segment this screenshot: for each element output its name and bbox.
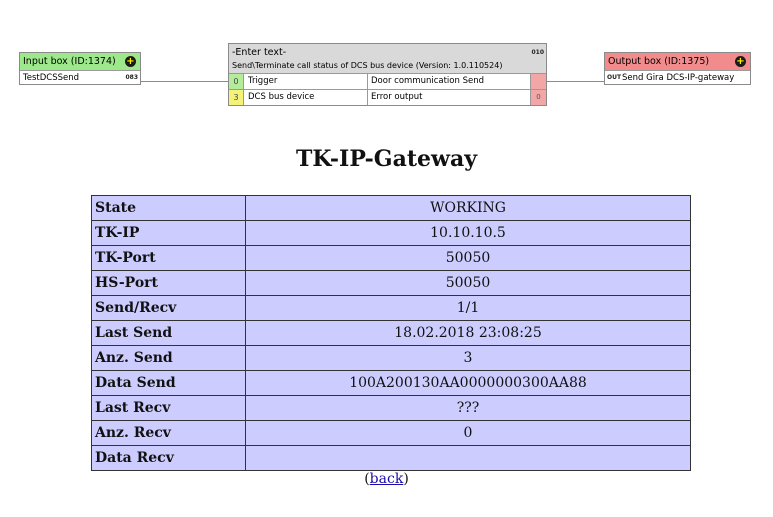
input-port-number[interactable]: 0 [229,74,243,89]
back-link[interactable]: back [370,471,404,487]
row-label: Data Recv [91,445,246,471]
connection-line-out [546,81,604,82]
row-label: Last Send [91,320,246,346]
table-row: Last Recv??? [91,395,691,421]
output-port-number[interactable]: 0 [530,90,546,105]
table-row: Data Recv [91,445,691,471]
output-box-header: Output box (ID:1375) + [605,53,750,70]
table-row: Data Send 100A200130AA0000000300AA88 [91,370,691,396]
output-port-number[interactable] [530,74,546,89]
output-box[interactable]: Output box (ID:1375) + OUT Send Gira DCS… [604,52,751,85]
status-table: State WORKING TK-IP 10.10.10.5 TK-Port 50050 H… [91,195,691,471]
row-label: Data Send [91,370,246,396]
input-box[interactable]: Input box (ID:1374) + TestDCSSend 083 [19,52,141,85]
input-port-label: Trigger [243,74,367,89]
row-label: Anz. Recv [91,420,246,446]
output-box-tag: OUT [607,74,622,81]
logic-block-row: 3 DCS bus device Error output 0 [229,89,546,105]
row-value: ??? [245,395,691,421]
output-box-title: Output box (ID:1375) [608,56,710,67]
logic-block[interactable]: -Enter text- 010 Send\Terminate call sta… [228,43,547,106]
row-value: 3 [245,345,691,371]
row-value: 0 [245,420,691,446]
input-box-title: Input box (ID:1374) [23,56,116,67]
row-label: Anz. Send [91,345,246,371]
row-value: 50050 [245,245,691,271]
row-label: Last Recv [91,395,246,421]
table-row: TK-IP 10.10.10.5 [91,220,691,246]
row-value: 18.02.2018 23:08:25 [245,320,691,346]
back-link-wrapper: (back) [0,471,773,487]
row-value: 100A200130AA0000000300AA88 [245,370,691,396]
row-label: TK-IP [91,220,246,246]
row-value [245,445,691,471]
table-row: HS-Port 50050 [91,270,691,296]
logic-block-title-row: -Enter text- 010 [229,44,546,59]
row-value: 1/1 [245,295,691,321]
table-row: State WORKING [91,195,691,221]
input-box-value-row: TestDCSSend 083 [20,70,140,84]
row-label: HS-Port [91,270,246,296]
input-port-label: DCS bus device [243,90,367,105]
output-box-value-row: OUT Send Gira DCS-IP-gateway [605,70,750,84]
row-value: 50050 [245,270,691,296]
input-box-header: Input box (ID:1374) + [20,53,140,70]
row-value: 10.10.10.5 [245,220,691,246]
table-row: Anz. Recv 0 [91,420,691,446]
input-port-number[interactable]: 3 [229,90,243,105]
row-label: TK-Port [91,245,246,271]
page-title: TK-IP-Gateway [296,146,477,172]
input-box-tag: 083 [125,74,138,81]
logic-block-subtitle: Send\Terminate call status of DCS bus de… [232,61,503,70]
output-port-label: Error output [367,90,530,105]
plus-circle-icon[interactable]: + [735,56,746,67]
row-label: Send/Recv [91,295,246,321]
output-box-value: Send Gira DCS-IP-gateway [622,73,735,83]
table-row: Anz. Send 3 [91,345,691,371]
table-row: Last Send 18.02.2018 23:08:25 [91,320,691,346]
logic-block-tag: 010 [531,49,544,56]
logic-block-row: 0 Trigger Door communication Send [229,73,546,89]
connection-line-in [140,81,228,82]
status-table-body: State WORKING TK-IP 10.10.10.5 TK-Port 50050 H… [91,195,691,471]
output-port-label: Door communication Send [367,74,530,89]
row-value: WORKING [245,195,691,221]
table-row: Send/Recv 1/1 [91,295,691,321]
input-box-value: TestDCSSend [23,73,80,83]
logic-block-title: -Enter text- [232,47,287,58]
back-paren-close: ) [403,471,409,487]
table-row: TK-Port 50050 [91,245,691,271]
plus-circle-icon[interactable]: + [125,56,136,67]
row-label: State [91,195,246,221]
